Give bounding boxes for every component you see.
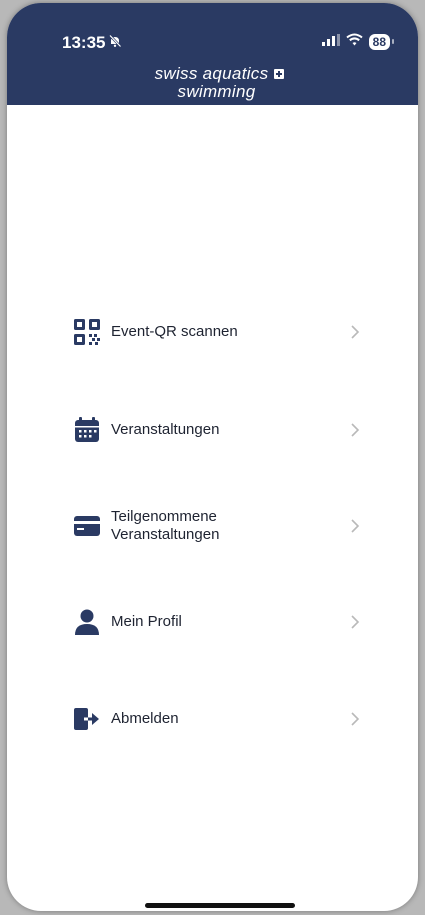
menu-item-label: Teilgenommene Veranstaltungen	[111, 508, 220, 543]
menu-item-label: Veranstaltungen	[111, 421, 220, 438]
swiss-cross-icon	[274, 69, 285, 79]
menu-item-event-qr[interactable]: Event-QR scannen	[7, 302, 418, 362]
chevron-right-icon	[348, 325, 362, 339]
menu-item-label: Mein Profil	[111, 613, 182, 630]
battery-icon: 88	[368, 34, 395, 50]
menu-item-attended-events[interactable]: Teilgenommene Veranstaltungen	[7, 496, 418, 556]
battery-level: 88	[372, 35, 386, 49]
brand-line2: swimming	[177, 82, 256, 101]
chevron-right-icon	[348, 519, 362, 533]
menu-item-profile[interactable]: Mein Profil	[7, 592, 418, 652]
user-icon	[73, 608, 101, 636]
chevron-right-icon	[348, 712, 362, 726]
wifi-icon	[346, 33, 363, 51]
chevron-right-icon	[348, 423, 362, 437]
logout-icon	[73, 705, 101, 733]
brand-logo: swiss aquatics swimming	[7, 65, 418, 101]
muted-bell-icon	[108, 33, 122, 53]
app-header: 13:35 88 swiss aquatics swimming	[7, 3, 418, 105]
menu-item-logout[interactable]: Abmelden	[7, 689, 418, 749]
status-time-text: 13:35	[62, 33, 106, 52]
menu-item-label: Event-QR scannen	[111, 323, 238, 340]
status-time: 13:35	[62, 33, 122, 53]
brand-line1: swiss aquatics	[154, 64, 269, 83]
qr-code-icon	[73, 318, 101, 346]
home-indicator[interactable]	[145, 903, 295, 908]
phone-screen: 13:35 88 swiss aquatics swimming Event-Q…	[7, 3, 418, 911]
chevron-right-icon	[348, 615, 362, 629]
calendar-icon	[73, 416, 101, 444]
menu-item-label: Abmelden	[111, 710, 179, 727]
card-icon	[73, 512, 101, 540]
status-icons: 88	[321, 33, 395, 51]
menu-item-events[interactable]: Veranstaltungen	[7, 400, 418, 460]
cellular-signal-icon	[321, 33, 340, 51]
